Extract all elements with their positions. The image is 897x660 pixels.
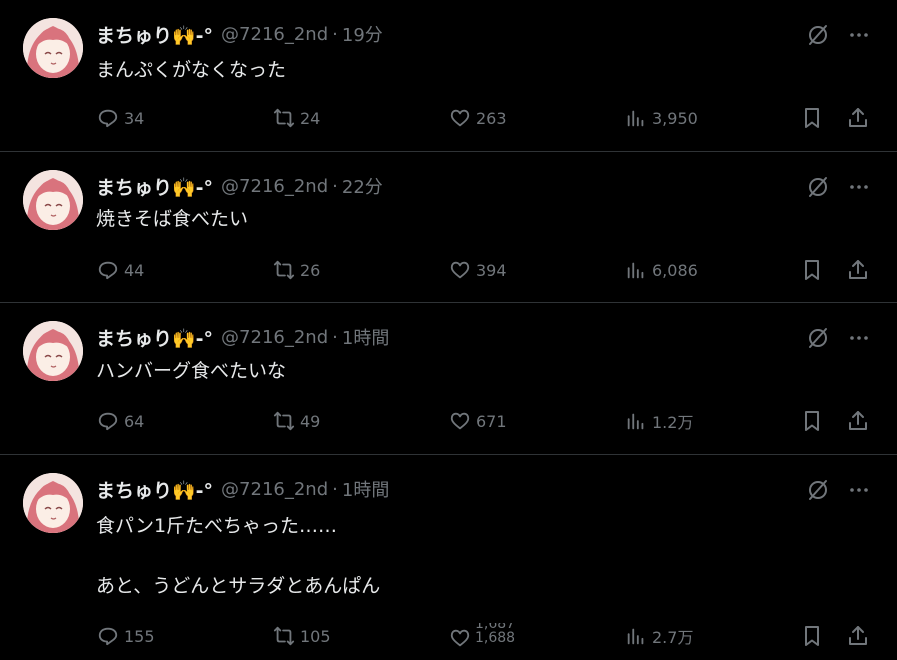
user-handle[interactable]: @7216_2nd (221, 327, 328, 348)
grok-icon[interactable] (806, 326, 830, 350)
bookmark-icon[interactable] (800, 624, 824, 648)
retweet-button[interactable]: 49 (273, 408, 320, 434)
view-count: 2.7万 (652, 628, 694, 647)
timestamp[interactable]: 1時間 (342, 324, 389, 350)
like-button[interactable]: 671 (449, 408, 507, 434)
retweet-count: 105 (300, 626, 331, 646)
views-icon (627, 628, 644, 645)
reply-icon (98, 627, 118, 646)
like-count: 394 (476, 260, 507, 280)
retweet-button[interactable]: 24 (273, 105, 320, 131)
more-icon[interactable] (848, 326, 870, 350)
share-icon[interactable] (846, 409, 870, 433)
more-icon[interactable] (848, 478, 870, 502)
like-count: 263 (476, 108, 507, 128)
user-handle[interactable]: @7216_2nd (221, 479, 328, 500)
reply-icon (98, 412, 118, 431)
like-button[interactable]: 263 (449, 105, 507, 131)
like-icon (450, 412, 470, 430)
reply-icon (98, 261, 118, 280)
reply-button[interactable]: 155 (97, 623, 155, 649)
tweet[interactable]: まちゅり🙌-° @7216_2nd · 22分 焼きそば食べたい 44 26 3… (0, 152, 897, 302)
tweet-header: まちゅり🙌-° @7216_2nd · 22分 (96, 173, 383, 199)
views-button[interactable]: 2.7万 (625, 623, 693, 649)
reply-button[interactable]: 34 (97, 105, 144, 131)
reply-icon (98, 109, 118, 128)
views-button[interactable]: 1.2万 (625, 408, 693, 434)
tweet-text: 食パン1斤たべちゃった…… あと、うどんとサラダとあんぱん (96, 515, 381, 597)
views-icon (627, 110, 644, 127)
like-icon (450, 109, 470, 127)
reply-count: 44 (124, 260, 145, 280)
retweet-count: 24 (300, 108, 321, 128)
grok-icon[interactable] (806, 478, 830, 502)
retweet-icon (273, 260, 295, 280)
bookmark-icon[interactable] (800, 409, 824, 433)
bookmark-icon[interactable] (800, 258, 824, 282)
retweet-count: 26 (300, 260, 321, 280)
tweet-text: 焼きそば食べたい (96, 208, 249, 230)
reply-count: 64 (124, 411, 145, 431)
share-icon[interactable] (846, 624, 870, 648)
tweet-header: まちゅり🙌-° @7216_2nd · 1時間 (96, 476, 389, 502)
retweet-icon (273, 411, 295, 431)
retweet-button[interactable]: 26 (273, 257, 320, 283)
tweet[interactable]: まちゅり🙌-° @7216_2nd · 1時間 ハンバーグ食べたいな 64 49… (0, 303, 897, 453)
display-name[interactable]: まちゅり🙌-° (96, 21, 213, 48)
like-icon (450, 261, 470, 279)
timestamp[interactable]: 19分 (342, 21, 383, 47)
retweet-count: 49 (300, 411, 321, 431)
view-count: 1.2万 (652, 413, 694, 432)
timestamp[interactable]: 1時間 (342, 476, 389, 502)
grok-icon[interactable] (806, 175, 830, 199)
views-button[interactable]: 6,086 (625, 257, 698, 283)
retweet-icon (273, 626, 295, 646)
bookmark-icon[interactable] (800, 106, 824, 130)
reply-count: 34 (124, 108, 145, 128)
views-button[interactable]: 3,950 (625, 105, 698, 131)
retweet-button[interactable]: 105 (273, 623, 331, 649)
views-icon (627, 262, 644, 279)
avatar[interactable] (23, 18, 83, 78)
separator: · (332, 23, 338, 45)
like-count: 671 (476, 411, 507, 431)
reply-button[interactable]: 64 (97, 408, 144, 434)
share-icon[interactable] (846, 258, 870, 282)
separator: · (332, 326, 338, 348)
display-name[interactable]: まちゅり🙌-° (96, 173, 213, 200)
tweet[interactable]: まちゅり🙌-° @7216_2nd · 1時間 食パン1斤たべちゃった…… あと… (0, 455, 897, 660)
user-handle[interactable]: @7216_2nd (221, 176, 328, 197)
tweet[interactable]: まちゅり🙌-° @7216_2nd · 19分 まんぷくがなくなった 34 24… (0, 0, 897, 150)
tweet-header: まちゅり🙌-° @7216_2nd · 1時間 (96, 324, 389, 350)
share-icon[interactable] (846, 106, 870, 130)
timeline-feed: まちゅり🙌-° @7216_2nd · 19分 まんぷくがなくなった 34 24… (0, 0, 897, 660)
reply-button[interactable]: 44 (97, 257, 144, 283)
tweet-header: まちゅり🙌-° @7216_2nd · 19分 (96, 21, 383, 47)
reply-count: 155 (124, 626, 155, 646)
avatar[interactable] (23, 321, 83, 381)
like-icon (450, 629, 470, 647)
grok-icon[interactable] (806, 23, 830, 47)
timestamp[interactable]: 22分 (342, 173, 383, 199)
display-name[interactable]: まちゅり🙌-° (96, 476, 213, 503)
separator: · (332, 175, 338, 197)
view-count: 6,086 (652, 260, 698, 280)
more-icon[interactable] (848, 175, 870, 199)
separator: · (332, 478, 338, 500)
tweet-text: まんぷくがなくなった (96, 59, 287, 81)
display-name[interactable]: まちゅり🙌-° (96, 324, 213, 351)
avatar[interactable] (23, 170, 83, 230)
like-count-next: 1,688 (475, 630, 516, 646)
like-button[interactable]: 394 (449, 257, 507, 283)
tweet-text: ハンバーグ食べたいな (96, 360, 287, 382)
like-button[interactable]: 1,687 1,688 (449, 623, 515, 653)
retweet-icon (273, 108, 295, 128)
user-handle[interactable]: @7216_2nd (221, 24, 328, 45)
views-icon (627, 413, 644, 430)
like-count-rolling: 1,687 1,688 (475, 623, 515, 645)
view-count: 3,950 (652, 108, 698, 128)
avatar[interactable] (23, 473, 83, 533)
more-icon[interactable] (848, 23, 870, 47)
